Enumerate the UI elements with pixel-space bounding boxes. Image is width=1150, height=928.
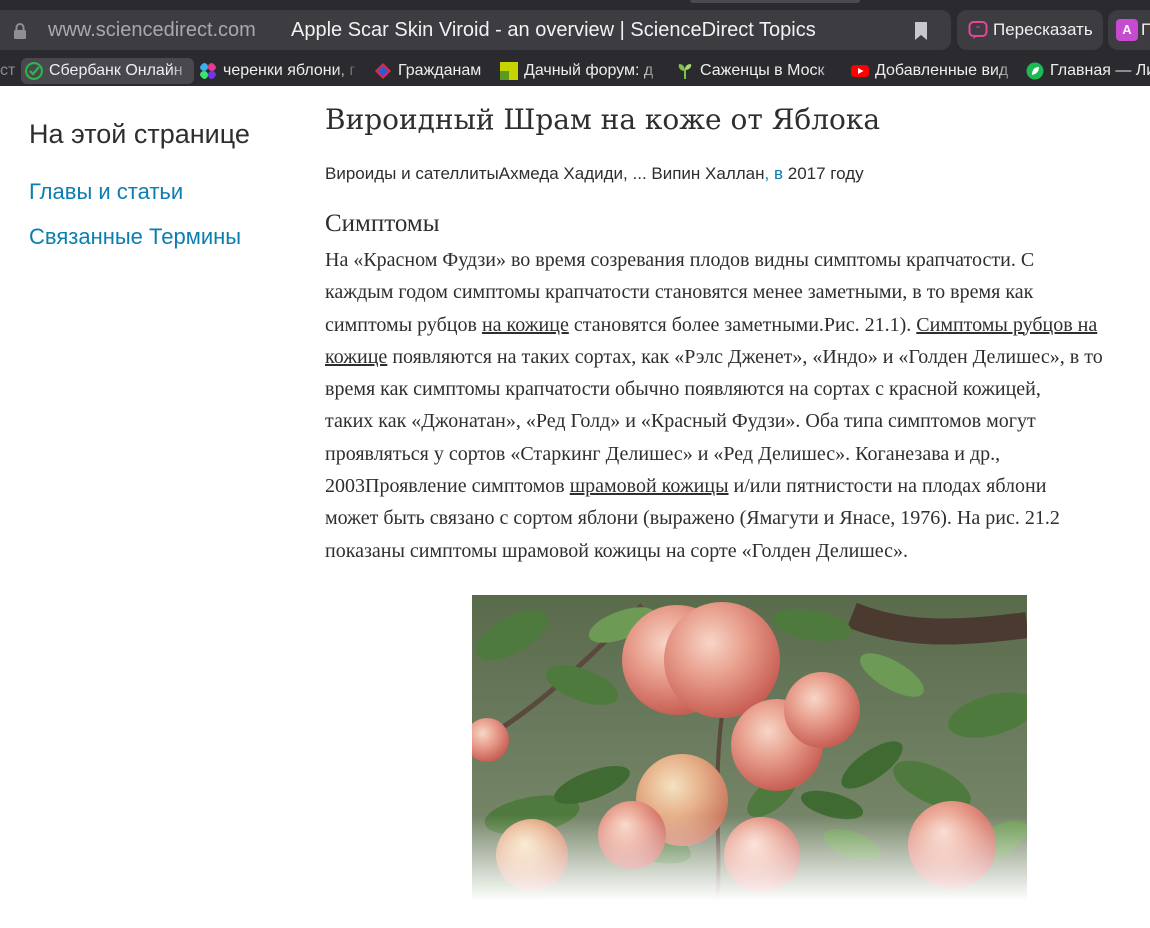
- bookmark-partial[interactable]: ст: [0, 58, 15, 84]
- bookmark-main[interactable]: Главная — Ли: [1026, 58, 1150, 84]
- term-link-skin-2[interactable]: кожице: [325, 346, 387, 368]
- paragraph-line: время как симптомы крапчатости обычно по…: [325, 378, 1041, 401]
- text-run: и/или пятнистости на плодах яблони: [728, 475, 1047, 498]
- translate-icon: A: [1116, 19, 1138, 41]
- byline-year: 2017 году: [783, 164, 864, 183]
- browser-toolbar: www.sciencedirect.com Apple Scar Skin Vi…: [0, 0, 1150, 56]
- byline-separator: , в: [764, 164, 784, 183]
- bookmark-gosuslugi[interactable]: Гражданам: [374, 58, 492, 84]
- bookmark-label: Гражданам: [398, 62, 482, 79]
- gosuslugi-icon: [375, 63, 391, 79]
- byline-source[interactable]: Вироиды и сателлитыАхмеда Хадиди, ... Ви…: [325, 164, 765, 183]
- text-run: 2003Проявление симптомов: [325, 475, 570, 498]
- page-title: Apple Scar Skin Viroid - an overview | S…: [291, 19, 816, 41]
- retell-button[interactable]: ” Пересказать: [957, 10, 1103, 50]
- text-run: становятся более заметными.Рис. 21.1).: [568, 313, 917, 336]
- paragraph-line: 2003Проявление симптомов шрамовой кожицы…: [325, 470, 1150, 502]
- bookmarks-bar: ст Сбербанк Онлайн черенки яблони, г Гра…: [0, 56, 1150, 86]
- bookmark-label: Дачный форум: д: [524, 62, 654, 79]
- bookmark-forum[interactable]: Дачный форум: д: [500, 58, 664, 84]
- url-text[interactable]: www.sciencedirect.com: [48, 19, 256, 42]
- bookmark-youtube[interactable]: Добавленные вид: [851, 58, 1019, 84]
- translate-label: П: [1141, 20, 1150, 39]
- address-bar[interactable]: www.sciencedirect.com Apple Scar Skin Vi…: [0, 10, 951, 50]
- youtube-icon: [851, 65, 869, 77]
- bookmark-label: Саженцы в Моск: [700, 62, 825, 79]
- svg-text:”: ”: [976, 26, 981, 36]
- sprout-icon: [678, 64, 692, 79]
- article-title: Вироидный Шрам на коже от Яблока: [325, 103, 881, 136]
- term-link-skin[interactable]: на кожице: [482, 314, 569, 336]
- bookmark-cuttings[interactable]: черенки яблони, г: [199, 58, 360, 84]
- bookmark-seedlings[interactable]: Саженцы в Моск: [676, 58, 840, 84]
- tab-indicator: [690, 0, 860, 3]
- paragraph-line: показаны симптомы шрамовой кожицы на сор…: [325, 539, 909, 562]
- paragraph-line: каждым годом симптомы крапчатости станов…: [325, 281, 1034, 304]
- translate-button[interactable]: A П: [1108, 10, 1150, 50]
- paragraph-line: На «Красном Фудзи» во время созревания п…: [325, 249, 1035, 271]
- bookmark-sberbank[interactable]: Сбербанк Онлайн: [21, 58, 194, 84]
- retell-icon: ”: [968, 21, 988, 39]
- paragraph-line: может быть связано с сортом яблони (выра…: [325, 507, 1060, 530]
- text-run: появляются на таких сортах, как «Рэлс Дж…: [387, 345, 1103, 368]
- section-heading: Симптомы: [325, 210, 440, 237]
- lock-icon: [14, 23, 26, 39]
- term-link-scar-skin[interactable]: шрамовой кожицы: [570, 475, 729, 497]
- sberbank-icon: [25, 62, 43, 80]
- paragraph-line: таких как «Джонатан», «Ред Голд» и «Крас…: [325, 410, 1036, 433]
- term-link-scar-symptoms[interactable]: Симптомы рубцов на: [916, 314, 1097, 336]
- toc-link-related-terms[interactable]: Связанные Термины: [29, 224, 241, 250]
- toc-link-chapters[interactable]: Главы и статьи: [29, 179, 183, 205]
- article-paragraph: На «Красном Фудзи» во время созревания п…: [325, 244, 1150, 567]
- paragraph-line: симптомы рубцов на кожице становятся бол…: [325, 309, 1150, 341]
- paragraph-line: проявляться у сортов «Старкинг Делишес» …: [325, 442, 1001, 465]
- bookmark-label: Главная — Ли: [1050, 62, 1150, 79]
- bookmark-label: Сбербанк Онлайн: [49, 62, 183, 79]
- apple-tree-photo: [472, 595, 1027, 901]
- byline: Вироиды и сателлитыАхмеда Хадиди, ... Ви…: [325, 164, 864, 184]
- text-run: симптомы рубцов: [325, 313, 482, 336]
- bookmark-label: Добавленные вид: [875, 62, 1009, 79]
- retell-label: Пересказать: [993, 20, 1093, 39]
- paragraph-line: кожице появляются на таких сортах, как «…: [325, 341, 1150, 373]
- forum-icon: [500, 62, 518, 80]
- dots-icon: [200, 63, 216, 79]
- bookmark-icon[interactable]: [912, 20, 930, 42]
- toc-heading: На этой странице: [29, 119, 250, 149]
- leaf-icon: [1026, 62, 1044, 80]
